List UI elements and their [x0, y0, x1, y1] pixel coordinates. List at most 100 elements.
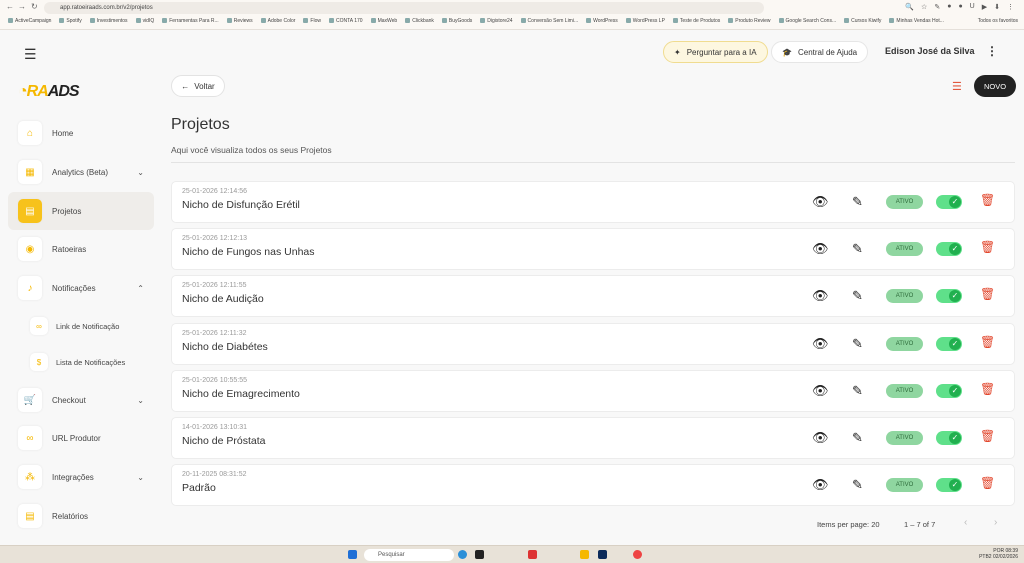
pencil-icon[interactable]: ✎: [852, 194, 863, 210]
eye-icon[interactable]: 👁: [812, 194, 829, 210]
clipboard-icon: ▤: [18, 199, 42, 223]
folder-icon[interactable]: [580, 550, 589, 559]
bookmark[interactable]: vidIQ: [136, 18, 155, 24]
bookmark[interactable]: MaxWeb: [371, 18, 398, 24]
chevron-icon[interactable]: ⌃: [137, 284, 144, 293]
eye-icon[interactable]: 👁: [812, 430, 829, 446]
bell-icon: ♪: [18, 276, 42, 300]
bookmark[interactable]: Produto Review: [728, 18, 770, 24]
bookmark[interactable]: Investimentos: [90, 18, 128, 24]
pencil-icon[interactable]: ✎: [852, 336, 863, 352]
photoshop-icon[interactable]: [598, 550, 607, 559]
sidebar-subitem[interactable]: ∞ Link de Notificação: [30, 317, 119, 335]
sidebar-item[interactable]: ◉ Ratoeiras: [18, 235, 158, 263]
all-bookmarks[interactable]: Todos os favoritos: [978, 18, 1018, 24]
bookmark[interactable]: Reviews: [227, 18, 253, 24]
project-row: 14-01-2026 13:10:31 Nicho de Próstata 👁 …: [171, 417, 1015, 459]
project-row: 25-01-2026 12:11:32 Nicho de Diabétes 👁 …: [171, 322, 1015, 365]
more-vertical-icon[interactable]: ⋮: [986, 44, 998, 58]
app-icon[interactable]: [475, 550, 484, 559]
list-view-icon[interactable]: ☰: [952, 80, 962, 93]
active-toggle[interactable]: ✓: [936, 289, 962, 304]
active-toggle[interactable]: ✓: [936, 431, 962, 445]
windows-start-icon[interactable]: [348, 550, 357, 559]
check-icon: ✓: [949, 243, 961, 256]
next-page-icon[interactable]: ›: [994, 517, 997, 528]
sidebar-item[interactable]: ∞ URL Produtor: [18, 424, 158, 452]
sidebar-item[interactable]: 🛒 Checkout ⌄: [18, 386, 158, 414]
check-icon: ✓: [949, 337, 961, 350]
pencil-icon[interactable]: ✎: [852, 288, 863, 304]
menu-icon[interactable]: ☰: [24, 46, 37, 63]
sidebar-item[interactable]: ▤ Projetos: [8, 192, 154, 230]
active-toggle[interactable]: ✓: [936, 242, 962, 257]
pencil-icon[interactable]: ✎: [852, 477, 863, 493]
forward-arrow-icon[interactable]: →: [18, 2, 26, 11]
edge-icon[interactable]: [458, 550, 467, 559]
bookmark[interactable]: WordPress: [586, 18, 618, 24]
bookmark[interactable]: Google Search Cons...: [779, 18, 837, 24]
sidebar-subitem[interactable]: $ Lista de Notificações: [30, 353, 125, 371]
reload-icon[interactable]: ↻: [31, 2, 38, 11]
chevron-icon[interactable]: ⌄: [137, 396, 144, 405]
trash-icon[interactable]: 🗑: [980, 240, 995, 254]
trash-icon[interactable]: 🗑: [980, 429, 995, 443]
bookmark[interactable]: Ferramentas Para R...: [162, 18, 218, 24]
bookmark[interactable]: BuyGoods: [442, 18, 472, 24]
home-icon: ⌂: [18, 121, 42, 145]
pencil-icon[interactable]: ✎: [852, 383, 863, 399]
trash-icon[interactable]: 🗑: [980, 287, 995, 301]
graduation-cap-icon: 🎓: [782, 47, 792, 57]
taskbar-search[interactable]: Pesquisar: [364, 549, 454, 561]
bookmark[interactable]: Cursos Kiwify: [844, 18, 881, 24]
trash-icon[interactable]: 🗑: [980, 382, 995, 396]
arrow-left-icon: ←: [181, 81, 190, 91]
bookmark[interactable]: Clickbank: [405, 18, 434, 24]
bookmark[interactable]: Spotify: [59, 18, 81, 24]
sidebar-item[interactable]: ▦ Analytics (Beta) ⌄: [18, 158, 158, 186]
bookmark[interactable]: Digistore24: [480, 18, 512, 24]
ask-ai-button[interactable]: ✦ Perguntar para a IA: [663, 41, 768, 63]
bookmark[interactable]: Adobe Color: [261, 18, 296, 24]
chrome-icon[interactable]: [633, 550, 642, 559]
address-bar[interactable]: app.ratoeiraads.com.br/v2/projetos: [44, 2, 764, 14]
trash-icon[interactable]: 🗑: [980, 193, 995, 207]
eye-icon[interactable]: 👁: [812, 288, 829, 304]
trash-icon[interactable]: 🗑: [980, 476, 995, 490]
bookmark[interactable]: CONTA 170: [329, 18, 363, 24]
project-date: 25-01-2026 12:11:32: [182, 329, 247, 337]
active-toggle[interactable]: ✓: [936, 383, 962, 398]
bookmark[interactable]: Conversão Sem Limi...: [521, 18, 579, 24]
chevron-icon[interactable]: ⌄: [137, 473, 144, 482]
bookmark[interactable]: Flow: [303, 18, 321, 24]
pencil-icon[interactable]: ✎: [852, 430, 863, 446]
bookmark[interactable]: WordPress LP: [626, 18, 665, 24]
bookmark[interactable]: Minhas Vendas Hot...: [889, 18, 944, 24]
sidebar-item[interactable]: ▤ Relatórios: [18, 502, 158, 530]
active-toggle[interactable]: ✓: [936, 336, 962, 351]
help-center-button[interactable]: 🎓 Central de Ajuda: [771, 41, 869, 63]
project-date: 25-01-2026 12:12:13: [182, 235, 247, 243]
items-per-page[interactable]: Items per page: 20: [817, 520, 880, 529]
eye-icon[interactable]: 👁: [812, 477, 829, 493]
project-name: Nicho de Audição: [182, 293, 264, 306]
trash-icon[interactable]: 🗑: [980, 335, 995, 349]
bookmark[interactable]: ActiveCampaign: [8, 18, 51, 24]
eye-icon[interactable]: 👁: [812, 383, 829, 399]
eye-icon[interactable]: 👁: [812, 241, 829, 257]
back-arrow-icon[interactable]: ←: [6, 2, 14, 11]
back-button[interactable]: ← Voltar: [171, 75, 225, 97]
app-icon[interactable]: [528, 550, 537, 559]
active-toggle[interactable]: ✓: [936, 478, 962, 493]
sidebar-item[interactable]: ⁂ Integrações ⌄: [18, 463, 158, 491]
prev-page-icon[interactable]: ‹: [964, 517, 967, 528]
sidebar-item[interactable]: ♪ Notificações ⌃: [18, 274, 158, 302]
check-icon: ✓: [949, 290, 961, 303]
new-project-button[interactable]: NOVO: [974, 75, 1016, 97]
active-toggle[interactable]: ✓: [936, 195, 962, 209]
bookmark[interactable]: Teste de Produtos: [673, 18, 720, 24]
eye-icon[interactable]: 👁: [812, 336, 829, 352]
sidebar-item[interactable]: ⌂ Home: [18, 119, 158, 147]
pencil-icon[interactable]: ✎: [852, 241, 863, 257]
chevron-icon[interactable]: ⌄: [137, 168, 144, 177]
